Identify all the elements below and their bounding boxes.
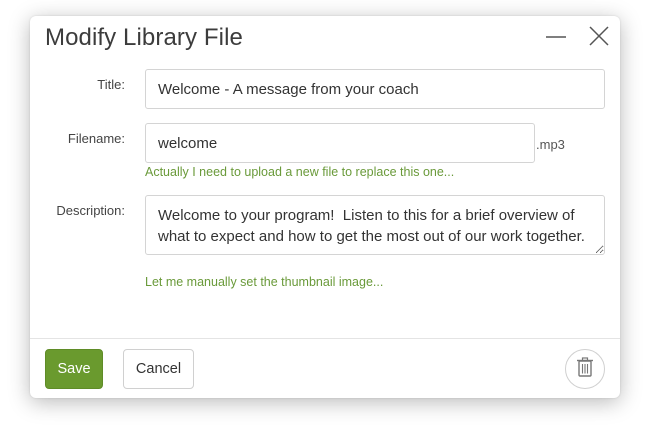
cancel-button[interactable]: Cancel [123,349,194,389]
trash-icon [576,356,594,382]
filename-extension: .mp3 [536,137,565,152]
modify-library-file-dialog: Modify Library File Title: Filename: .mp… [30,16,620,398]
description-textarea[interactable]: Welcome to your program! Listen to this … [145,195,605,255]
title-label: Title: [97,77,125,92]
filename-label: Filename: [67,131,125,146]
footer-divider [30,338,620,339]
save-button[interactable]: Save [45,349,103,389]
title-input[interactable] [145,69,605,109]
description-label: Description: [56,203,125,218]
replace-file-link[interactable]: Actually I need to upload a new file to … [145,165,454,179]
delete-button[interactable] [565,349,605,389]
close-icon[interactable] [588,25,610,47]
dialog-title: Modify Library File [45,24,243,51]
filename-input[interactable] [145,123,535,163]
thumbnail-link[interactable]: Let me manually set the thumbnail image.… [145,275,383,289]
minimize-icon[interactable] [544,32,570,42]
